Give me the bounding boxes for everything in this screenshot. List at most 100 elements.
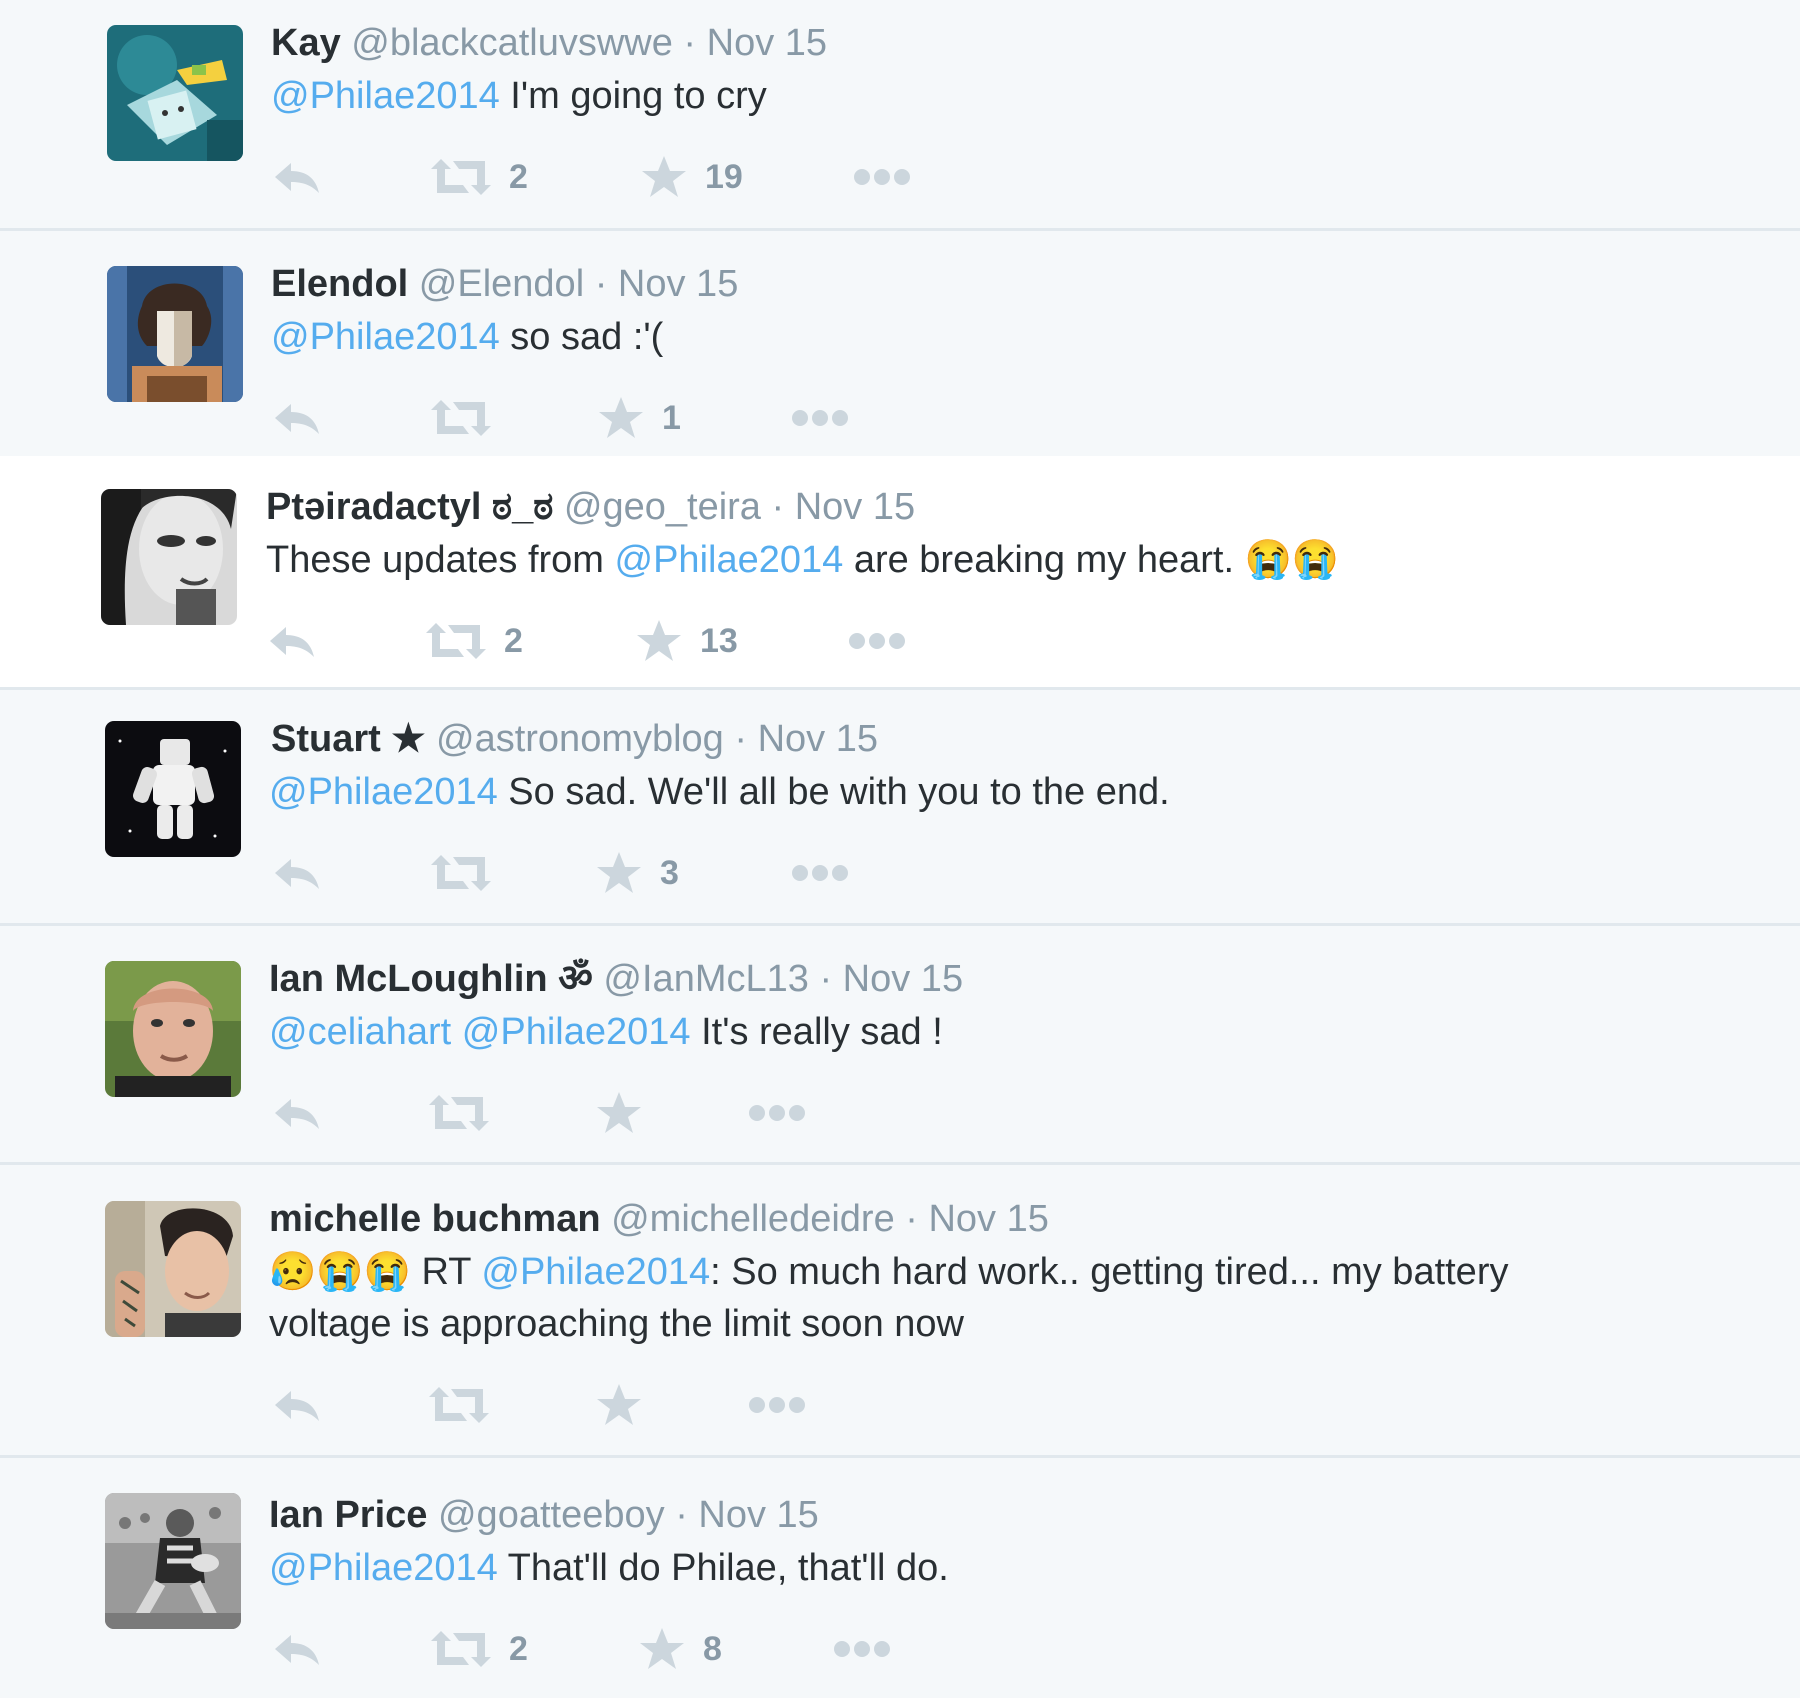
tweet[interactable]: michelle buchman @michelledeidre · Nov 1… [0,1165,1800,1455]
tweet-text: These updates from @Philae2014 are break… [266,534,1339,586]
mention-link[interactable]: @Philae2014 [481,1251,710,1293]
more-button[interactable] [848,616,906,666]
mention-link[interactable]: @Philae2014 [271,75,500,117]
author-name[interactable]: Ian Price [269,1494,427,1536]
more-button[interactable] [748,1088,806,1138]
mention-link[interactable]: @celiahart [269,1011,451,1053]
reply-icon [275,404,319,434]
tweet-timestamp[interactable]: Nov 15 [795,486,915,528]
tweet[interactable]: Stuart ★ @astronomyblog · Nov 15 @Philae… [0,690,1800,923]
tweet-timestamp[interactable]: Nov 15 [843,958,963,1000]
author-handle[interactable]: @blackcatluvswwe [351,22,673,64]
mention-link[interactable]: @Philae2014 [462,1011,691,1053]
more-button[interactable] [791,848,849,898]
author-name[interactable]: Stuart [271,718,381,760]
author-name[interactable]: michelle buchman [269,1198,601,1240]
avatar[interactable] [105,1493,241,1629]
tweet-text: @celiahart @Philae2014 It's really sad ! [269,1006,943,1058]
separator-dot: · [819,958,833,1000]
author-handle[interactable]: @Elendol [419,263,584,305]
tweet-actions: 2 19 [271,152,971,202]
favorite-button[interactable]: 3 [596,848,679,898]
reply-button[interactable] [271,1624,323,1674]
mention-link[interactable]: @Philae2014 [269,771,498,813]
retweet-button[interactable] [431,848,509,898]
retweet-icon [429,1095,489,1131]
tweet[interactable]: Elendol @Elendol · Nov 15 @Philae2014 so… [0,231,1800,456]
avatar[interactable] [107,266,243,402]
retweet-button[interactable] [429,1380,507,1430]
reply-button[interactable] [271,393,323,443]
reply-button[interactable] [271,848,323,898]
sad-face-emoji: 😥 [269,1251,317,1293]
retweet-button[interactable] [431,393,509,443]
tweet[interactable]: Ptəiradactyl ಠ_ಠ @geo_teira · Nov 15 The… [0,456,1800,687]
text-segment: : So much hard work.. getting tired... m… [710,1251,1509,1293]
tweet-timestamp[interactable]: Nov 15 [707,22,827,64]
avatar[interactable] [101,489,237,625]
author-handle[interactable]: @geo_teira [564,486,761,528]
author-name[interactable]: Ian McLoughlin [269,958,548,1000]
tweet-timestamp[interactable]: Nov 15 [928,1198,1048,1240]
reply-icon [275,1391,319,1421]
favorite-count: 8 [703,1629,722,1668]
favorite-button[interactable]: 1 [598,393,681,443]
tweet[interactable]: Ian Price @goatteeboy · Nov 15 @Philae20… [0,1458,1800,1698]
more-dots-icon [849,633,905,649]
author-handle[interactable]: @astronomyblog [436,718,724,760]
tweet[interactable]: Kay @blackcatluvswwe · Nov 15 @Philae201… [0,0,1800,228]
tweet-text: @Philae2014 so sad :'( [271,311,663,363]
more-dots-icon [854,169,910,185]
tweet-timestamp[interactable]: Nov 15 [618,263,738,305]
favorite-button[interactable] [596,1088,660,1138]
reply-button[interactable] [271,1088,323,1138]
retweet-icon [426,623,486,659]
author-handle[interactable]: @goatteeboy [438,1494,665,1536]
tweet-text: @Philae2014 I'm going to cry [271,70,767,122]
retweet-button[interactable]: 2 [431,1624,528,1674]
retweet-button[interactable]: 2 [431,152,528,202]
star-icon [640,1628,684,1669]
tweet-timestamp[interactable]: Nov 15 [698,1494,818,1536]
author-handle[interactable]: @michelledeidre [611,1198,895,1240]
crying-face-emoji: 😭 [363,1251,411,1293]
retweet-button[interactable]: 2 [426,616,523,666]
favorite-button[interactable]: 19 [641,152,743,202]
crying-face-emoji: 😭 [1244,539,1292,581]
text-segment: It's really sad ! [690,1011,943,1053]
reply-button[interactable] [266,616,318,666]
mention-link[interactable]: @Philae2014 [271,316,500,358]
more-button[interactable] [791,393,849,443]
avatar[interactable] [105,1201,241,1337]
separator-dot: · [594,263,608,305]
tweet[interactable]: Ian McLoughlin ॐ @IanMcL13 · Nov 15 @cel… [0,926,1800,1162]
reply-button[interactable] [271,1380,323,1430]
tweet-actions: 2 13 [266,616,966,666]
crying-face-emoji: 😭 [316,1251,364,1293]
author-name[interactable]: Ptəiradactyl ಠ_ಠ [266,486,553,528]
author-name[interactable]: Kay [271,22,341,64]
text-segment: I'm going to cry [499,75,767,117]
favorite-button[interactable]: 13 [636,616,738,666]
author-name[interactable]: Elendol [271,263,408,305]
tweet-timestamp[interactable]: Nov 15 [758,718,878,760]
mention-link[interactable]: @Philae2014 [269,1547,498,1589]
retweet-icon [429,1387,489,1423]
mention-link[interactable]: @Philae2014 [615,539,844,581]
text-segment: These updates from [266,539,615,581]
separator-dot: · [683,22,697,64]
crying-face-emoji: 😭 [1291,539,1340,581]
favorite-button[interactable]: 8 [639,1624,722,1674]
more-button[interactable] [833,1624,891,1674]
tweet-actions [271,1380,971,1430]
more-button[interactable] [853,152,911,202]
text-segment: are breaking my heart. [843,539,1245,581]
favorite-button[interactable] [596,1380,660,1430]
avatar[interactable] [105,961,241,1097]
avatar[interactable] [107,25,243,161]
avatar[interactable] [105,721,241,857]
more-button[interactable] [748,1380,806,1430]
retweet-button[interactable] [429,1088,507,1138]
author-handle[interactable]: @IanMcL13 [603,958,808,1000]
reply-button[interactable] [271,152,323,202]
